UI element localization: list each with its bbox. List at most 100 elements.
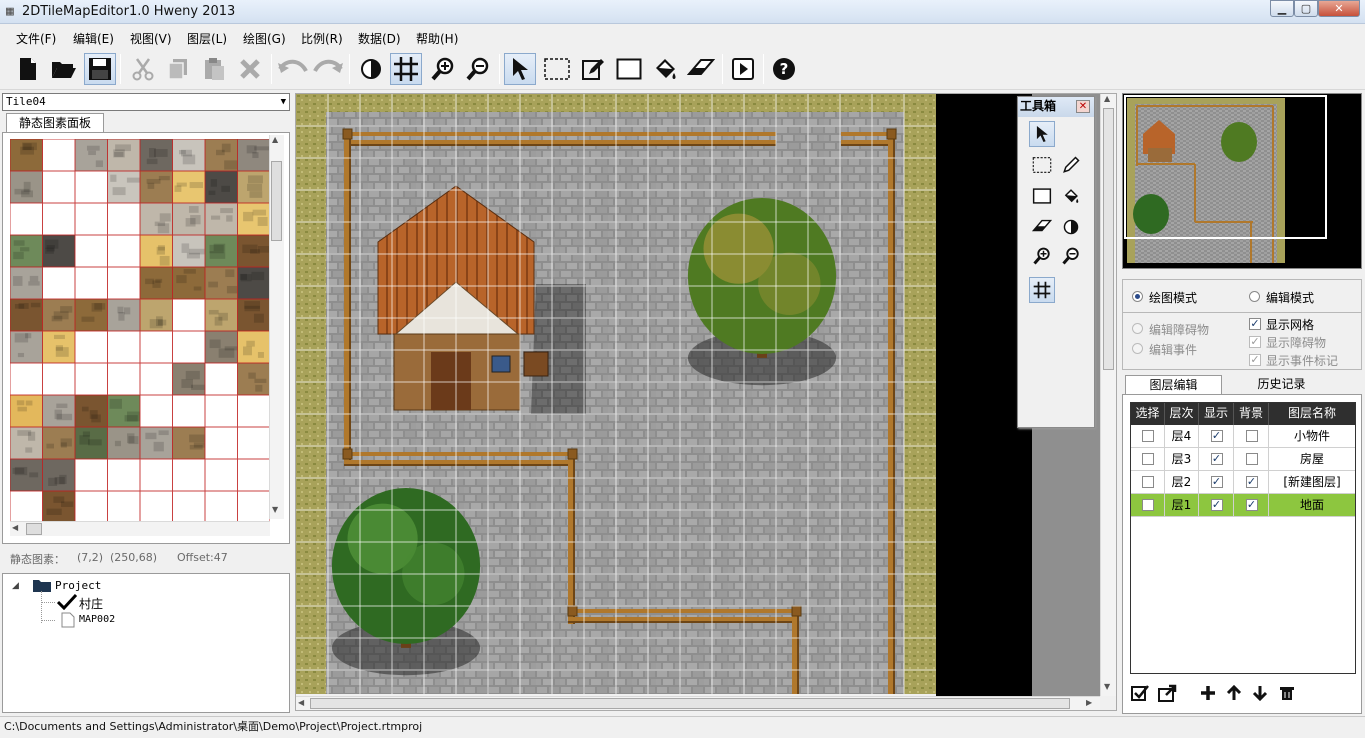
help-icon[interactable]: ? bbox=[768, 53, 800, 85]
tile-palette-hscrollbar[interactable]: ◀ bbox=[10, 521, 270, 536]
map-hscrollbar[interactable]: ◀ ▶ bbox=[296, 696, 1100, 710]
tab-static-tiles[interactable]: 静态图素面板 bbox=[6, 113, 104, 133]
draw-mode-radio[interactable] bbox=[1132, 291, 1143, 302]
scroll-thumb[interactable] bbox=[1103, 108, 1114, 370]
delete-icon[interactable] bbox=[234, 53, 266, 85]
tree-item-map[interactable]: MAP002 bbox=[79, 614, 115, 625]
eraser-icon[interactable] bbox=[685, 53, 717, 85]
scroll-left-icon[interactable]: ◀ bbox=[12, 523, 18, 532]
show-obstacle-checkbox[interactable]: ✓ bbox=[1249, 336, 1261, 348]
copy-icon[interactable] bbox=[162, 53, 194, 85]
minimap[interactable] bbox=[1122, 93, 1362, 269]
zoom-out-icon[interactable] bbox=[1058, 243, 1084, 269]
show-grid-label[interactable]: 显示网格 bbox=[1266, 316, 1314, 333]
fill-bucket-icon[interactable] bbox=[649, 53, 681, 85]
redo-icon[interactable] bbox=[312, 53, 344, 85]
scroll-down-icon[interactable]: ▼ bbox=[1104, 682, 1110, 691]
undo-icon[interactable] bbox=[277, 53, 309, 85]
paste-icon[interactable] bbox=[198, 53, 230, 85]
tree-item-project[interactable]: Project bbox=[55, 579, 101, 592]
map-canvas[interactable]: ▲ ▼ ◀ ▶ bbox=[295, 93, 1117, 711]
check-all-icon[interactable] bbox=[1129, 682, 1151, 704]
scroll-thumb[interactable] bbox=[271, 161, 282, 241]
layer-background-checkbox[interactable]: ✓ bbox=[1245, 476, 1258, 488]
scroll-left-icon[interactable]: ◀ bbox=[298, 698, 304, 707]
rectangle-icon[interactable] bbox=[1029, 183, 1055, 209]
layer-background-checkbox[interactable] bbox=[1245, 430, 1258, 442]
edit-obstacle-radio[interactable] bbox=[1132, 323, 1143, 334]
menu-file[interactable]: 文件(F) bbox=[16, 30, 56, 47]
edit-event-radio[interactable] bbox=[1132, 343, 1143, 354]
new-file-icon[interactable] bbox=[12, 53, 44, 85]
tile-palette-vscrollbar[interactable]: ▲ ▼ bbox=[269, 135, 284, 519]
menu-draw[interactable]: 绘图(G) bbox=[243, 30, 286, 47]
hscroll-thumb[interactable] bbox=[26, 523, 42, 535]
pointer-icon[interactable] bbox=[504, 53, 536, 85]
menu-scale[interactable]: 比例(R) bbox=[301, 30, 343, 47]
menu-data[interactable]: 数据(D) bbox=[358, 30, 401, 47]
add-icon[interactable] bbox=[1197, 682, 1219, 704]
minimap-view[interactable] bbox=[1123, 94, 1361, 268]
scroll-right-icon[interactable]: ▶ bbox=[1086, 698, 1092, 707]
hscroll-thumb[interactable] bbox=[310, 698, 1070, 709]
zoom-in-icon[interactable] bbox=[427, 53, 459, 85]
scroll-up-icon[interactable]: ▲ bbox=[1104, 94, 1110, 103]
layer-select-checkbox[interactable] bbox=[1142, 430, 1154, 442]
tile-palette[interactable] bbox=[10, 139, 270, 521]
contrast-icon[interactable] bbox=[1058, 214, 1084, 240]
toolbox-window[interactable]: 工具箱 ✕ bbox=[1017, 96, 1095, 428]
eraser-icon[interactable] bbox=[1029, 214, 1055, 240]
cut-icon[interactable] bbox=[127, 53, 159, 85]
marquee-select-icon[interactable] bbox=[541, 53, 573, 85]
export-icon[interactable] bbox=[1157, 682, 1179, 704]
layer-row[interactable]: 层1 ✓ ✓ 地面 bbox=[1131, 494, 1355, 517]
maximize-button[interactable]: ▢ bbox=[1294, 0, 1318, 17]
grid-icon[interactable] bbox=[390, 53, 422, 85]
layer-row[interactable]: 层2 ✓ ✓ [新建图层] bbox=[1131, 471, 1355, 494]
zoom-in-icon[interactable] bbox=[1029, 243, 1055, 269]
tree-item-map[interactable]: 村庄 bbox=[79, 595, 103, 612]
edit-mode-radio[interactable] bbox=[1249, 291, 1260, 302]
menu-layer[interactable]: 图层(L) bbox=[187, 30, 227, 47]
layer-visible-checkbox[interactable]: ✓ bbox=[1210, 499, 1223, 511]
trash-icon[interactable] bbox=[1276, 682, 1298, 704]
save-icon[interactable] bbox=[84, 53, 116, 85]
layer-select-checkbox[interactable] bbox=[1142, 453, 1154, 465]
tab-layer-edit[interactable]: 图层编辑 bbox=[1125, 375, 1222, 395]
draw-mode-label[interactable]: 绘图模式 bbox=[1149, 289, 1197, 306]
toolbox-close-icon[interactable]: ✕ bbox=[1076, 100, 1090, 113]
tileset-dropdown[interactable]: Tile04 ▼ bbox=[2, 93, 290, 111]
edit-mode-label[interactable]: 编辑模式 bbox=[1266, 289, 1314, 306]
grid-icon[interactable] bbox=[1029, 277, 1055, 303]
layer-visible-checkbox[interactable]: ✓ bbox=[1210, 453, 1223, 465]
scroll-down-icon[interactable]: ▼ bbox=[272, 505, 278, 514]
contrast-icon[interactable] bbox=[355, 53, 387, 85]
layer-background-checkbox[interactable]: ✓ bbox=[1245, 499, 1258, 511]
menu-help[interactable]: 帮助(H) bbox=[416, 30, 458, 47]
minimize-button[interactable]: ▁ bbox=[1270, 0, 1294, 17]
scroll-up-icon[interactable]: ▲ bbox=[272, 135, 278, 144]
marquee-select-icon[interactable] bbox=[1029, 152, 1055, 178]
layer-select-checkbox[interactable] bbox=[1142, 499, 1154, 511]
layer-row[interactable]: 层4 ✓ 小物件 bbox=[1131, 425, 1355, 448]
layer-select-checkbox[interactable] bbox=[1142, 476, 1154, 488]
open-folder-icon[interactable] bbox=[48, 53, 80, 85]
close-button[interactable]: ✕ bbox=[1318, 0, 1360, 17]
zoom-out-icon[interactable] bbox=[462, 53, 494, 85]
play-icon[interactable] bbox=[727, 53, 759, 85]
show-event-marker-checkbox[interactable]: ✓ bbox=[1249, 354, 1261, 366]
tile-palette-image[interactable] bbox=[10, 139, 270, 521]
fill-bucket-icon[interactable] bbox=[1058, 183, 1084, 209]
pointer-icon[interactable] bbox=[1029, 121, 1055, 147]
layer-visible-checkbox[interactable]: ✓ bbox=[1210, 430, 1223, 442]
map-vscrollbar[interactable]: ▲ ▼ bbox=[1100, 94, 1116, 696]
map-view[interactable] bbox=[296, 94, 1116, 710]
show-grid-checkbox[interactable]: ✓ bbox=[1249, 318, 1261, 330]
tree-collapse-icon[interactable]: ◢ bbox=[12, 581, 19, 591]
rectangle-icon[interactable] bbox=[613, 53, 645, 85]
layer-row[interactable]: 层3 ✓ 房屋 bbox=[1131, 448, 1355, 471]
tab-history[interactable]: 历史记录 bbox=[1224, 375, 1339, 395]
menu-view[interactable]: 视图(V) bbox=[130, 30, 172, 47]
pencil-icon[interactable] bbox=[1058, 152, 1084, 178]
move-down-icon[interactable] bbox=[1249, 682, 1271, 704]
